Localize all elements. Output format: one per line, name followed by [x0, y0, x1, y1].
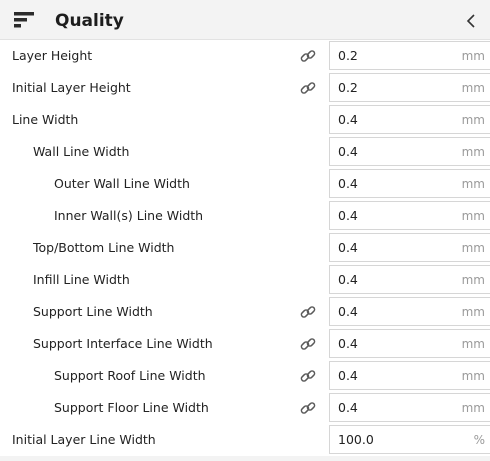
setting-value: 0.4: [338, 336, 358, 351]
chain-link-icon[interactable]: [299, 399, 317, 417]
setting-value: 0.4: [338, 272, 358, 287]
setting-value-input[interactable]: 0.4 mm: [329, 329, 490, 358]
setting-row: Inner Wall(s) Line Width 0.4 mm: [0, 200, 490, 232]
section-title: Quality: [55, 11, 124, 31]
setting-unit: mm: [461, 81, 485, 95]
setting-value: 0.4: [338, 144, 358, 159]
setting-row: Support Roof Line Width 0.4 mm: [0, 360, 490, 392]
setting-label: Layer Height: [12, 48, 93, 63]
setting-label: Support Interface Line Width: [33, 336, 213, 351]
setting-value-input[interactable]: 0.4 mm: [329, 361, 490, 390]
setting-row: Support Floor Line Width 0.4 mm: [0, 392, 490, 424]
setting-label: Inner Wall(s) Line Width: [54, 208, 204, 223]
setting-label: Infill Line Width: [33, 272, 130, 287]
setting-unit: mm: [461, 401, 485, 415]
chain-link-icon[interactable]: [299, 303, 317, 321]
setting-value: 0.4: [338, 112, 358, 127]
setting-unit: mm: [461, 337, 485, 351]
setting-value-input[interactable]: 0.4 mm: [329, 201, 490, 230]
setting-unit: mm: [461, 49, 485, 63]
section-header[interactable]: Quality: [0, 0, 490, 40]
setting-unit: mm: [461, 369, 485, 383]
setting-unit: %: [473, 433, 485, 447]
setting-value-input[interactable]: 0.4 mm: [329, 105, 490, 134]
setting-value-input[interactable]: 0.4 mm: [329, 265, 490, 294]
setting-unit: mm: [461, 113, 485, 127]
setting-label: Support Line Width: [33, 304, 153, 319]
setting-row: Wall Line Width 0.4 mm: [0, 136, 490, 168]
chain-link-icon[interactable]: [299, 367, 317, 385]
setting-unit: mm: [461, 241, 485, 255]
setting-row: Line Width 0.4 mm: [0, 104, 490, 136]
setting-value-input[interactable]: 0.2 mm: [329, 41, 490, 70]
setting-unit: mm: [461, 273, 485, 287]
setting-label: Outer Wall Line Width: [54, 176, 190, 191]
settings-list: Layer Height 0.2 mm Initial Layer Height 0.2…: [0, 40, 490, 456]
setting-value-input[interactable]: 0.4 mm: [329, 137, 490, 166]
setting-label: Initial Layer Line Width: [12, 432, 156, 447]
chain-link-icon[interactable]: [299, 47, 317, 65]
setting-value-input[interactable]: 0.4 mm: [329, 393, 490, 422]
setting-row: Layer Height 0.2 mm: [0, 40, 490, 72]
setting-value-input[interactable]: 0.4 mm: [329, 297, 490, 326]
setting-row: Top/Bottom Line Width 0.4 mm: [0, 232, 490, 264]
setting-value-input[interactable]: 0.4 mm: [329, 233, 490, 262]
chain-link-icon[interactable]: [299, 79, 317, 97]
setting-label: Top/Bottom Line Width: [33, 240, 175, 255]
setting-row: Initial Layer Height 0.2 mm: [0, 72, 490, 104]
setting-row: Support Interface Line Width 0.4 mm: [0, 328, 490, 360]
setting-value: 0.4: [338, 304, 358, 319]
setting-value: 0.4: [338, 208, 358, 223]
setting-label: Initial Layer Height: [12, 80, 131, 95]
setting-unit: mm: [461, 145, 485, 159]
setting-row: Infill Line Width 0.4 mm: [0, 264, 490, 296]
setting-value: 0.4: [338, 400, 358, 415]
panel-bottom-edge: [0, 456, 490, 461]
setting-value: 0.4: [338, 240, 358, 255]
quality-bars-icon: [14, 12, 34, 28]
setting-value: 0.2: [338, 48, 358, 63]
setting-value-input[interactable]: 0.4 mm: [329, 169, 490, 198]
setting-value: 0.4: [338, 368, 358, 383]
setting-value-input[interactable]: 0.2 mm: [329, 73, 490, 102]
chain-link-icon[interactable]: [299, 335, 317, 353]
setting-label: Line Width: [12, 112, 79, 127]
setting-value: 0.4: [338, 176, 358, 191]
setting-value-input[interactable]: 100.0%: [329, 425, 490, 454]
setting-label: Wall Line Width: [33, 144, 130, 159]
setting-value: 0.2: [338, 80, 358, 95]
setting-row: Support Line Width 0.4 mm: [0, 296, 490, 328]
setting-row: Initial Layer Line Width 100.0%: [0, 424, 490, 456]
setting-unit: mm: [461, 305, 485, 319]
setting-label: Support Roof Line Width: [54, 368, 206, 383]
setting-unit: mm: [461, 209, 485, 223]
setting-label: Support Floor Line Width: [54, 400, 209, 415]
chevron-left-icon[interactable]: [462, 11, 480, 31]
setting-unit: mm: [461, 177, 485, 191]
setting-value: 100.0: [338, 432, 374, 447]
setting-row: Outer Wall Line Width 0.4 mm: [0, 168, 490, 200]
